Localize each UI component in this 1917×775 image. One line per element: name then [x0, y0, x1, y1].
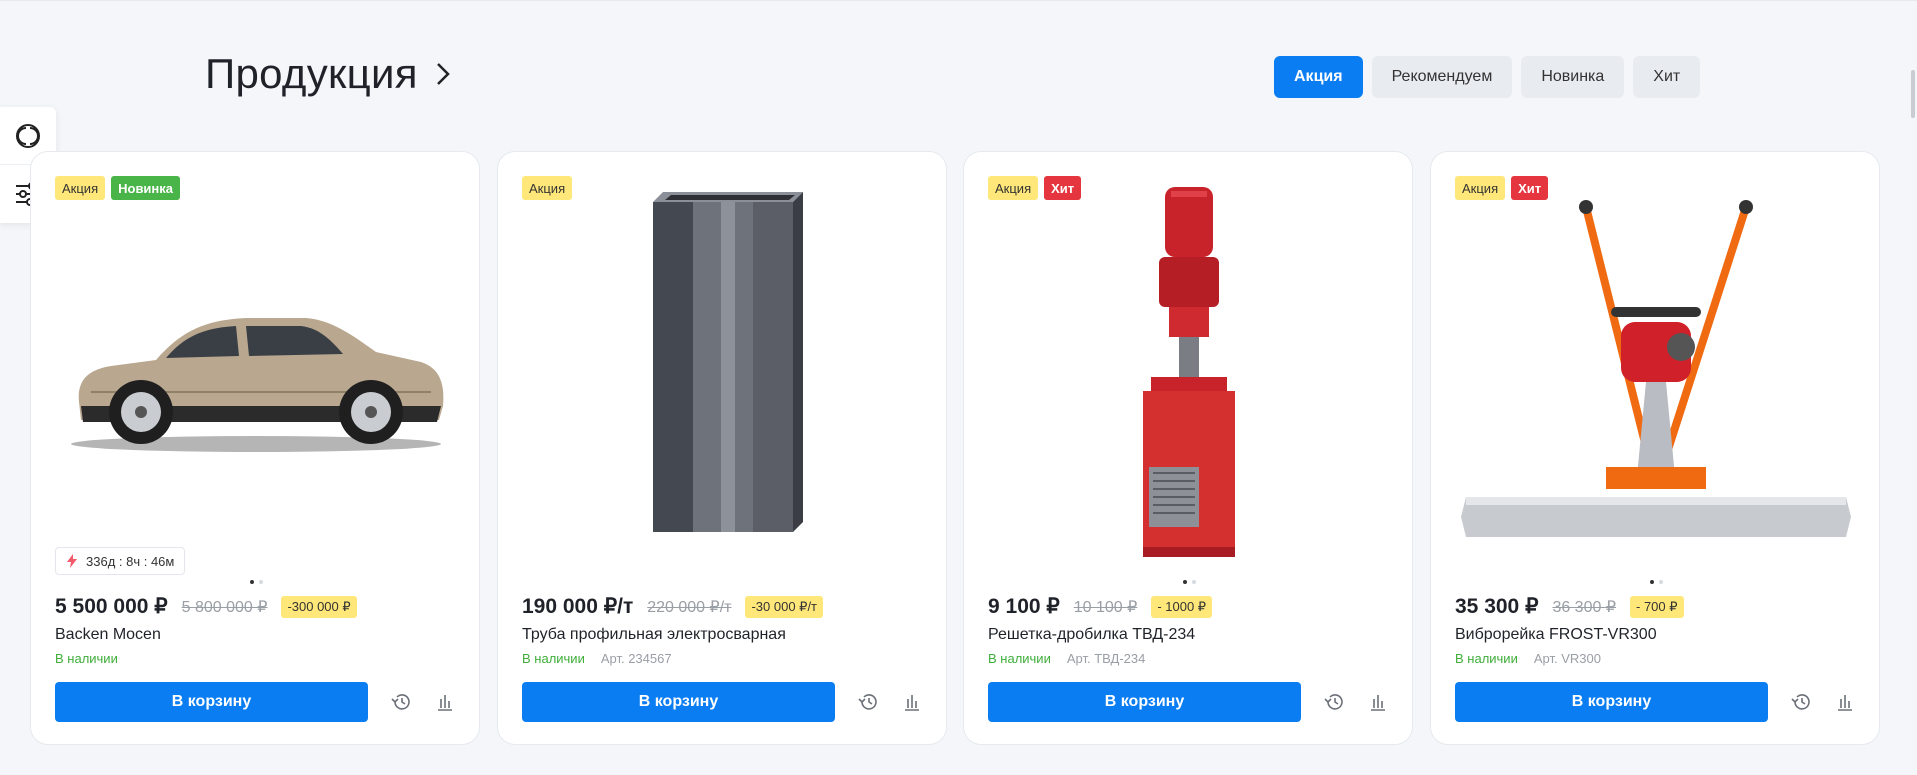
- chevron-right-icon: [436, 63, 450, 85]
- add-to-cart-button[interactable]: В корзину: [522, 682, 835, 722]
- history-clock-icon: [1324, 694, 1343, 710]
- image-pager[interactable]: [964, 580, 1412, 584]
- pager-dot[interactable]: [1658, 580, 1663, 584]
- image-pager[interactable]: [1431, 580, 1879, 584]
- quick-view-button[interactable]: [1789, 690, 1813, 714]
- product-image[interactable]: [1431, 172, 1879, 572]
- product-meta: В наличии: [55, 651, 118, 666]
- price-row: 9 100 ₽ 10 100 ₽ - 1000 ₽: [988, 594, 1213, 619]
- stock-status: В наличии: [1455, 651, 1518, 666]
- current-price: 9 100 ₽: [988, 595, 1060, 618]
- section-title-link[interactable]: Продукция: [205, 50, 450, 98]
- compare-chart-button[interactable]: [1366, 690, 1390, 714]
- pager-dot[interactable]: [1191, 580, 1196, 584]
- product-name[interactable]: Труба профильная электросварная: [522, 626, 786, 644]
- history-clock-icon: [391, 694, 410, 710]
- page-title: Продукция: [205, 50, 418, 97]
- article-number: Арт. VR300: [1533, 651, 1601, 666]
- hit-badge: Хит: [1044, 176, 1082, 200]
- product-card[interactable]: Акция Новинка 336д : 8ч : 46м 5 500 000 …: [30, 151, 480, 745]
- current-price: 35 300 ₽: [1455, 595, 1539, 618]
- pager-dot[interactable]: [249, 580, 254, 584]
- sale-badge: Акция: [1455, 176, 1506, 200]
- crusher-image: [1143, 187, 1235, 557]
- article-number: Арт. ТВД-234: [1066, 651, 1146, 666]
- product-meta: В наличии Арт. ТВД-234: [988, 651, 1145, 666]
- product-card[interactable]: Акция Хит 35 300 ₽ 36 300 ₽ - 700 ₽ Вибр…: [1430, 151, 1880, 745]
- add-to-cart-button[interactable]: В корзину: [1455, 682, 1768, 722]
- compare-chart-button[interactable]: [433, 690, 457, 714]
- tab-sale[interactable]: Акция: [1274, 56, 1363, 98]
- car-image: [71, 318, 444, 452]
- discount-badge: - 700 ₽: [1630, 595, 1684, 618]
- sale-badge: Акция: [55, 176, 106, 200]
- sale-badge: Акция: [522, 176, 573, 200]
- discount-badge: - 1000 ₽: [1151, 595, 1213, 618]
- scrollbar[interactable]: [1911, 70, 1915, 118]
- product-name[interactable]: Виброрейка FROST-VR300: [1455, 626, 1657, 644]
- product-name[interactable]: Backen Mocen: [55, 626, 161, 644]
- timer-value: 336д : 8ч : 46м: [86, 553, 175, 569]
- badge-group: Акция: [522, 176, 573, 200]
- stock-status: В наличии: [55, 651, 118, 666]
- stock-status: В наличии: [522, 651, 585, 666]
- current-price: 5 500 000 ₽: [55, 595, 168, 618]
- history-clock-icon: [1791, 694, 1810, 710]
- new-badge: Новинка: [111, 176, 181, 200]
- compare-chart-button[interactable]: [1833, 690, 1857, 714]
- discount-badge: -300 000 ₽: [281, 595, 357, 618]
- quick-view-button[interactable]: [1322, 690, 1346, 714]
- product-image[interactable]: [31, 172, 479, 572]
- bar-chart-icon: [438, 695, 452, 711]
- product-image[interactable]: [498, 172, 946, 572]
- product-meta: В наличии Арт. VR300: [1455, 651, 1601, 666]
- pager-dot[interactable]: [1182, 580, 1187, 584]
- discount-badge: -30 000 ₽/т: [745, 595, 824, 618]
- tab-hit[interactable]: Хит: [1633, 56, 1701, 98]
- compare-chart-button[interactable]: [900, 690, 924, 714]
- history-clock-icon: [858, 694, 877, 710]
- bar-chart-icon: [905, 695, 919, 711]
- screed-image: [1461, 200, 1851, 537]
- add-to-cart-button[interactable]: В корзину: [988, 682, 1301, 722]
- old-price: 36 300 ₽: [1552, 598, 1616, 616]
- top-divider: [0, 0, 1917, 1]
- pager-dot[interactable]: [258, 580, 263, 584]
- bar-chart-icon: [1838, 695, 1852, 711]
- tab-new[interactable]: Новинка: [1521, 56, 1625, 98]
- product-image[interactable]: [964, 172, 1412, 572]
- article-number: Арт. 234567: [600, 651, 672, 666]
- old-price: 5 800 000 ₽: [181, 598, 268, 616]
- price-row: 190 000 ₽/т 220 000 ₽/т -30 000 ₽/т: [522, 594, 824, 619]
- quick-view-button[interactable]: [856, 690, 880, 714]
- product-name[interactable]: Решетка-дробилка ТВД-234: [988, 626, 1195, 644]
- compare-circles-icon: [16, 123, 40, 148]
- tab-recommended[interactable]: Рекомендуем: [1371, 56, 1513, 98]
- product-card[interactable]: Акция 190 000 ₽/т 220 000 ₽/т -30 000 ₽/…: [497, 151, 947, 745]
- pipe-image: [653, 192, 803, 532]
- old-price: 10 100 ₽: [1073, 598, 1138, 616]
- badge-group: Акция Новинка: [55, 176, 181, 200]
- sale-badge: Акция: [988, 176, 1039, 200]
- product-card[interactable]: Акция Хит 9 100 ₽ 10 100 ₽ - 1000 ₽ Реше…: [963, 151, 1413, 745]
- image-pager[interactable]: [31, 580, 479, 584]
- pager-dot[interactable]: [1649, 580, 1654, 584]
- badge-group: Акция Хит: [988, 176, 1082, 200]
- hit-badge: Хит: [1511, 176, 1549, 200]
- product-meta: В наличии Арт. 234567: [522, 651, 672, 666]
- bar-chart-icon: [1371, 695, 1385, 711]
- current-price: 190 000 ₽/т: [522, 595, 634, 618]
- stock-status: В наличии: [988, 651, 1051, 666]
- price-row: 35 300 ₽ 36 300 ₽ - 700 ₽: [1455, 594, 1684, 619]
- price-row: 5 500 000 ₽ 5 800 000 ₽ -300 000 ₽: [55, 594, 357, 619]
- quick-view-button[interactable]: [389, 690, 413, 714]
- sale-timer: 336д : 8ч : 46м: [55, 547, 186, 575]
- product-filter-tabs: Акция Рекомендуем Новинка Хит: [1274, 56, 1701, 98]
- add-to-cart-button[interactable]: В корзину: [55, 682, 368, 722]
- badge-group: Акция Хит: [1455, 176, 1549, 200]
- old-price: 220 000 ₽/т: [647, 598, 732, 616]
- lightning-icon: [67, 554, 77, 568]
